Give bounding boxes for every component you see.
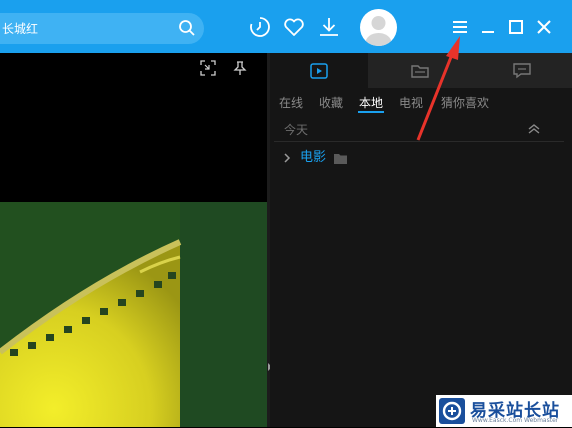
- subtab-recommend[interactable]: 猜你喜欢: [441, 94, 489, 111]
- close-icon[interactable]: [532, 15, 556, 39]
- panel-main-tabs: [270, 53, 572, 88]
- folder-label: 电影: [300, 150, 327, 165]
- tab-playlist[interactable]: [270, 53, 368, 88]
- subtab-favorites[interactable]: 收藏: [319, 94, 343, 111]
- chevron-right-icon[interactable]: [282, 149, 292, 163]
- user-avatar[interactable]: [360, 9, 397, 46]
- search-box[interactable]: 长城红: [0, 13, 204, 44]
- subtab-tv[interactable]: 电视: [399, 94, 423, 111]
- video-player[interactable]: [0, 53, 267, 427]
- watermark-subtitle: Www.Easck.Com Webmaster: [472, 417, 559, 424]
- folder-small-icon: [334, 149, 347, 164]
- collapse-up-icon[interactable]: [526, 121, 542, 137]
- tab-files[interactable]: [368, 53, 472, 88]
- group-header-today[interactable]: 今天: [270, 117, 572, 141]
- mini-mode-icon[interactable]: [200, 60, 216, 76]
- folder-item-movies[interactable]: 电影: [280, 145, 560, 167]
- playlist-panel: 在线 收藏 本地 电视 猜你喜欢 今天 电影: [270, 53, 572, 427]
- minimize-icon[interactable]: [476, 15, 500, 39]
- panel-sub-tabs: 在线 收藏 本地 电视 猜你喜欢: [270, 88, 572, 116]
- active-tab-indicator: [358, 111, 384, 113]
- menu-icon[interactable]: [448, 15, 472, 39]
- subtab-online[interactable]: 在线: [279, 94, 303, 111]
- group-label: 今天: [284, 123, 309, 137]
- subtab-local[interactable]: 本地: [359, 94, 383, 111]
- tab-messages[interactable]: [472, 53, 572, 88]
- video-thumbnail: [0, 202, 267, 427]
- divider: [274, 141, 564, 142]
- search-input[interactable]: 长城红: [2, 20, 38, 37]
- watermark-logo-icon: [439, 398, 465, 424]
- favorite-heart-icon[interactable]: [282, 15, 306, 39]
- title-bar: 长城红: [0, 0, 572, 53]
- maximize-icon[interactable]: [504, 15, 528, 39]
- history-icon[interactable]: [248, 15, 272, 39]
- watermark: 易采站长站 Www.Easck.Com Webmaster: [436, 395, 572, 427]
- pin-icon[interactable]: [232, 60, 248, 76]
- download-icon[interactable]: [317, 15, 341, 39]
- search-icon[interactable]: [178, 19, 196, 37]
